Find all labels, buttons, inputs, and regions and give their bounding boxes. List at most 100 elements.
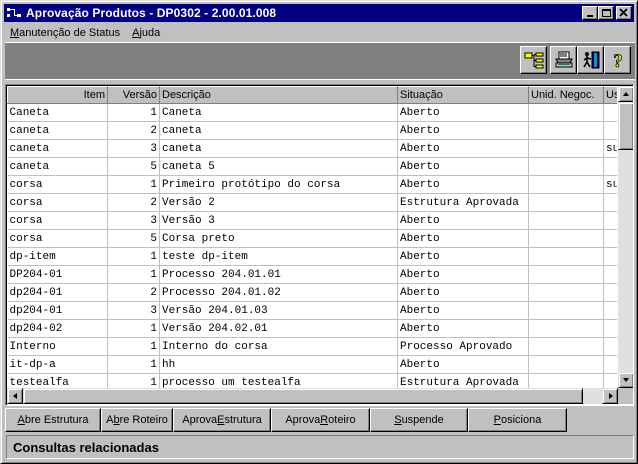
table-cell[interactable]: dp204-02 (7, 319, 108, 338)
table-cell[interactable]: 2 (107, 283, 160, 302)
table-row[interactable]: dp204-01 2 Processo 204.01.02 Aberto (7, 283, 617, 302)
table-row[interactable]: dp204-01 3 Versão 204.01.03 Aberto (7, 301, 617, 320)
table-row[interactable]: corsa 2 Versão 2 Estrutura Aprovada (7, 193, 617, 212)
table-row[interactable]: caneta 2 caneta Aberto (7, 121, 617, 140)
table-cell[interactable] (528, 373, 604, 388)
table-cell[interactable] (603, 337, 617, 356)
scroll-right-button[interactable] (602, 388, 618, 404)
scroll-left-button[interactable] (7, 388, 23, 404)
close-button[interactable] (616, 6, 632, 20)
horizontal-scrollbar[interactable] (7, 388, 618, 404)
table-cell[interactable]: Estrutura Aprovada (397, 193, 529, 212)
table-cell[interactable] (528, 211, 604, 230)
app-icon[interactable] (6, 6, 22, 20)
table-cell[interactable]: Processo 204.01.01 (159, 265, 398, 284)
aprova-roteiro-button[interactable]: Aprova Roteiro (271, 408, 370, 432)
table-cell[interactable]: corsa (7, 175, 108, 194)
table-cell[interactable]: 1 (107, 355, 160, 374)
table-cell[interactable] (603, 319, 617, 338)
table-cell[interactable]: Estrutura Aprovada (397, 373, 529, 388)
table-cell[interactable] (528, 355, 604, 374)
table-cell[interactable]: Versão 204.01.03 (159, 301, 398, 320)
table-cell[interactable]: DP204-01 (7, 265, 108, 284)
table-cell[interactable]: caneta (7, 139, 108, 158)
column-header-descricao[interactable]: Descrição (159, 86, 398, 104)
table-cell[interactable]: Versão 3 (159, 211, 398, 230)
column-header-situacao[interactable]: Situação (397, 86, 529, 104)
table-cell[interactable]: Aberto (397, 229, 529, 248)
table-cell[interactable]: Aberto (397, 121, 529, 140)
table-cell[interactable] (528, 283, 604, 302)
table-row[interactable]: dp204-02 1 Versão 204.02.01 Aberto (7, 319, 617, 338)
table-cell[interactable]: 3 (107, 301, 160, 320)
table-cell[interactable]: caneta 5 (159, 157, 398, 176)
table-cell[interactable]: su (603, 175, 617, 194)
table-cell[interactable]: Aberto (397, 283, 529, 302)
posiciona-button[interactable]: Posiciona (468, 408, 567, 432)
table-cell[interactable] (528, 193, 604, 212)
table-row[interactable]: Interno 1 Interno do corsa Processo Aprovad… (7, 337, 617, 356)
table-cell[interactable]: Interno (7, 337, 108, 356)
table-cell[interactable]: Aberto (397, 301, 529, 320)
horizontal-scroll-thumb[interactable] (23, 388, 583, 404)
table-cell[interactable]: Aberto (397, 247, 529, 266)
table-cell[interactable]: 1 (107, 337, 160, 356)
table-cell[interactable]: Processo Aprovado (397, 337, 529, 356)
table-cell[interactable]: corsa (7, 193, 108, 212)
table-cell[interactable]: 1 (107, 319, 160, 338)
table-cell[interactable] (603, 247, 617, 266)
maximize-button[interactable] (598, 6, 614, 20)
vertical-scroll-thumb[interactable] (618, 102, 633, 150)
table-cell[interactable] (603, 211, 617, 230)
table-cell[interactable]: hh (159, 355, 398, 374)
title-bar[interactable]: Aprovação Produtos - DP0302 - 2.00.01.00… (4, 4, 634, 22)
table-cell[interactable]: corsa (7, 211, 108, 230)
table-cell[interactable]: teste dp-item (159, 247, 398, 266)
table-cell[interactable] (603, 355, 617, 374)
suspende-button[interactable]: Suspende (370, 408, 468, 432)
table-cell[interactable] (603, 157, 617, 176)
table-cell[interactable]: 1 (107, 247, 160, 266)
column-header-unid-negoc[interactable]: Unid. Negoc. (528, 86, 604, 104)
table-row[interactable]: caneta3canetaAbertosu (7, 139, 617, 158)
abre-roteiro-button[interactable]: Ab re Roteiro (101, 408, 173, 432)
table-row[interactable]: dp-item 1 teste dp-item Aberto (7, 247, 617, 266)
table-cell[interactable]: Interno do corsa (159, 337, 398, 356)
table-cell[interactable]: Corsa preto (159, 229, 398, 248)
table-cell[interactable] (528, 247, 604, 266)
table-cell[interactable]: 3 (107, 211, 160, 230)
table-cell[interactable] (528, 157, 604, 176)
table-cell[interactable]: 1 (107, 175, 160, 194)
table-cell[interactable] (528, 103, 604, 122)
table-cell[interactable] (528, 121, 604, 140)
menu-manutencao-status[interactable]: Manutenção de Status (4, 27, 126, 39)
table-cell[interactable]: caneta (159, 121, 398, 140)
table-row[interactable]: DP204-01 1 Processo 204.01.01 Aberto (7, 265, 617, 284)
table-cell[interactable]: Processo 204.01.02 (159, 283, 398, 302)
column-header-us[interactable]: Us (603, 86, 617, 104)
table-cell[interactable] (603, 121, 617, 140)
tree-structure-button[interactable] (520, 46, 547, 74)
table-cell[interactable]: Versão 2 (159, 193, 398, 212)
table-cell[interactable]: Primeiro protótipo do corsa (159, 175, 398, 194)
table-cell[interactable] (528, 175, 604, 194)
table-row[interactable]: corsa 5 Corsa preto Aberto (7, 229, 617, 248)
table-cell[interactable] (603, 373, 617, 388)
table-row[interactable]: Caneta 1 Caneta Aberto (7, 103, 617, 122)
table-cell[interactable]: Aberto (397, 103, 529, 122)
table-cell[interactable] (603, 265, 617, 284)
table-cell[interactable] (528, 139, 604, 158)
table-cell[interactable] (528, 337, 604, 356)
table-cell[interactable]: Aberto (397, 211, 529, 230)
table-cell[interactable]: Aberto (397, 355, 529, 374)
table-cell[interactable]: caneta (7, 157, 108, 176)
table-cell[interactable]: 1 (107, 265, 160, 284)
table-cell[interactable]: it-dp-a (7, 355, 108, 374)
table-cell[interactable] (603, 301, 617, 320)
minimize-button[interactable] (582, 6, 598, 20)
table-cell[interactable] (603, 103, 617, 122)
products-grid[interactable]: Item Versão Descrição Situação Unid. Neg… (5, 84, 634, 406)
table-cell[interactable]: dp-item (7, 247, 108, 266)
table-cell[interactable] (603, 283, 617, 302)
table-cell[interactable] (528, 229, 604, 248)
